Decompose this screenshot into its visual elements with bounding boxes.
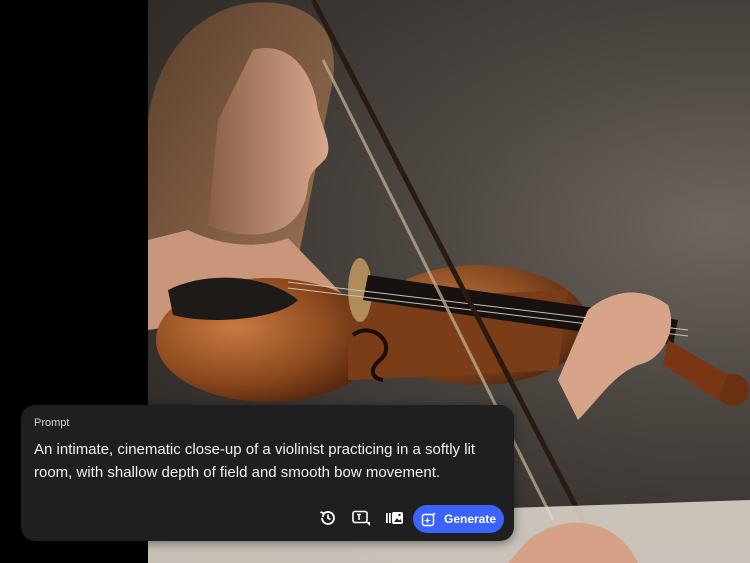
prompt-input[interactable]: An intimate, cinematic close-up of a vio…: [34, 438, 502, 484]
generate-button[interactable]: Generate: [413, 505, 504, 533]
reference-image-icon: [386, 512, 403, 524]
text-style-button[interactable]: [348, 505, 374, 531]
text-style-icon: [352, 510, 370, 526]
prompt-label: Prompt: [34, 417, 70, 429]
reference-image-button[interactable]: [381, 505, 407, 531]
sparkle-icon: [421, 511, 437, 527]
history-button[interactable]: [315, 505, 341, 531]
history-icon: [320, 511, 335, 525]
generate-label: Generate: [443, 512, 497, 526]
